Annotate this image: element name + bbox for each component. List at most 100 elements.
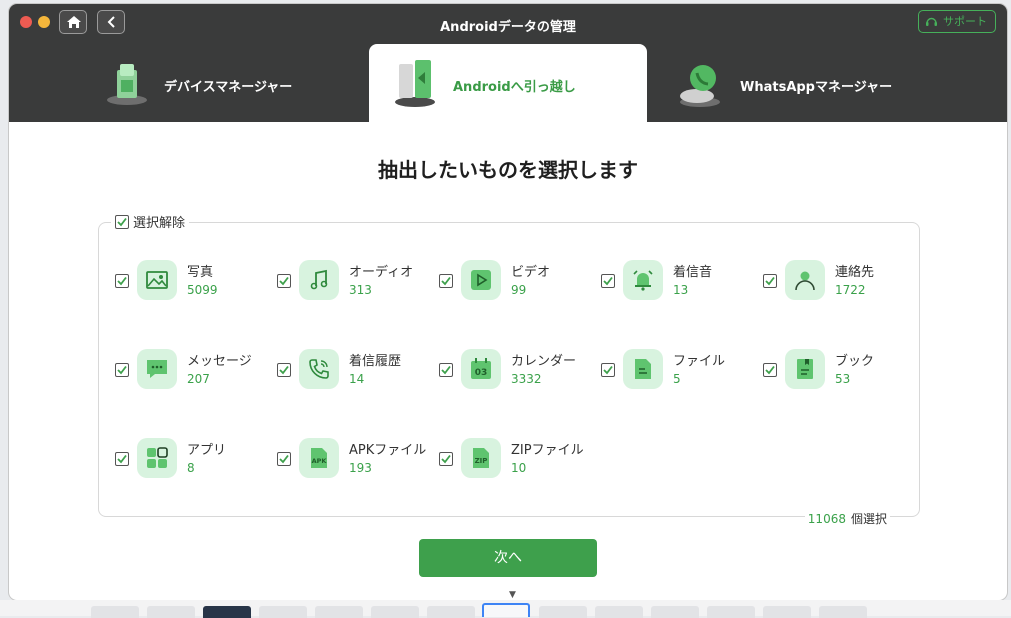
tab-android-transfer[interactable]: Androidへ引っ越し <box>369 44 647 122</box>
music-icon <box>299 260 339 300</box>
category-name: 着信音 <box>673 265 713 280</box>
contacts-checkbox[interactable] <box>763 274 777 288</box>
calendar-checkbox[interactable] <box>439 363 453 377</box>
category-photos[interactable]: 写真 5099 <box>115 260 275 320</box>
dock-thumbnail[interactable] <box>315 606 363 618</box>
next-button[interactable]: 次へ <box>419 539 597 577</box>
category-books[interactable]: ブック 53 <box>763 349 923 409</box>
check-icon <box>117 454 127 464</box>
dock-thumbnail[interactable] <box>203 606 251 618</box>
photos-checkbox[interactable] <box>115 274 129 288</box>
selection-total: 11068 個選択 <box>804 510 890 527</box>
deselect-all-checkbox[interactable] <box>115 214 129 229</box>
category-name: アプリ <box>187 443 227 458</box>
calendar-icon-text: 03 <box>475 368 488 378</box>
phone-icon <box>299 349 339 389</box>
call-history-checkbox[interactable] <box>277 363 291 377</box>
category-calendar[interactable]: 03 カレンダー 3332 <box>439 349 599 409</box>
category-name: ZIPファイル <box>511 443 584 458</box>
category-ringtones[interactable]: 着信音 13 <box>601 260 761 320</box>
dock-bar <box>0 600 1011 618</box>
apps-icon <box>137 438 177 478</box>
dock-thumbnail[interactable] <box>371 606 419 618</box>
check-icon <box>279 365 289 375</box>
bell-icon <box>623 260 663 300</box>
category-count: 99 <box>511 283 527 297</box>
check-icon <box>117 217 127 226</box>
category-contacts[interactable]: 連絡先 1722 <box>763 260 923 320</box>
category-apps[interactable]: アプリ 8 <box>115 438 275 498</box>
tab-label: Androidへ引っ越し <box>453 80 576 95</box>
deselect-all-toggle[interactable]: 選択解除 <box>111 212 190 231</box>
category-video[interactable]: ビデオ 99 <box>439 260 599 320</box>
photo-icon <box>137 260 177 300</box>
device-manager-icon <box>107 64 147 105</box>
category-count: 207 <box>187 372 210 386</box>
category-zip-files[interactable]: ZIP ZIPファイル 10 <box>439 438 599 498</box>
dock-thumbnail[interactable] <box>651 606 699 618</box>
category-apk-files[interactable]: APK APKファイル 193 <box>277 438 437 498</box>
category-call-history[interactable]: 着信履歴 14 <box>277 349 437 409</box>
dock-thumbnail[interactable] <box>259 606 307 618</box>
check-icon <box>441 276 451 286</box>
category-count: 3332 <box>511 372 542 386</box>
tab-label: デバイスマネージャー <box>164 80 293 95</box>
zip-icon-text: ZIP <box>475 457 488 465</box>
dock-thumbnail-selected[interactable] <box>482 603 530 617</box>
check-icon <box>765 276 775 286</box>
zip-files-checkbox[interactable] <box>439 452 453 466</box>
dock-toggle-arrow-icon[interactable]: ▼ <box>509 590 516 600</box>
category-audio[interactable]: オーディオ 313 <box>277 260 437 320</box>
support-button[interactable]: サポート <box>918 10 996 33</box>
video-icon <box>461 260 501 300</box>
dock-thumbnail[interactable] <box>539 606 587 618</box>
whatsapp-manager-icon <box>680 65 720 107</box>
headset-icon <box>926 17 937 26</box>
category-count: 53 <box>835 372 851 386</box>
zip-icon: ZIP <box>461 438 501 478</box>
category-count: 8 <box>187 461 195 475</box>
dock-thumbnail[interactable] <box>427 606 475 618</box>
files-checkbox[interactable] <box>601 363 615 377</box>
dock-thumbnail[interactable] <box>819 606 867 618</box>
category-count: 10 <box>511 461 527 475</box>
category-files[interactable]: ファイル 5 <box>601 349 761 409</box>
tab-whatsapp-manager[interactable]: WhatsAppマネージャー <box>649 44 949 122</box>
category-name: ブック <box>835 354 875 369</box>
ringtones-checkbox[interactable] <box>601 274 615 288</box>
message-icon <box>137 349 177 389</box>
dock-thumbnail[interactable] <box>147 606 195 618</box>
category-messages[interactable]: メッセージ 207 <box>115 349 275 409</box>
check-icon <box>603 276 613 286</box>
tab-device-manager[interactable]: デバイスマネージャー <box>89 44 369 122</box>
books-checkbox[interactable] <box>763 363 777 377</box>
selected-count: 11068 <box>807 512 846 526</box>
messages-checkbox[interactable] <box>115 363 129 377</box>
category-name: 写真 <box>187 265 214 280</box>
android-transfer-icon <box>395 60 435 107</box>
category-count: 1722 <box>835 283 866 297</box>
deselect-all-label: 選択解除 <box>133 216 186 231</box>
check-icon <box>441 454 451 464</box>
category-count: 14 <box>349 372 365 386</box>
tab-label: WhatsAppマネージャー <box>740 80 893 95</box>
audio-checkbox[interactable] <box>277 274 291 288</box>
check-icon <box>603 365 613 375</box>
dock-thumbnail[interactable] <box>91 606 139 618</box>
apps-checkbox[interactable] <box>115 452 129 466</box>
category-count: 5099 <box>187 283 218 297</box>
support-label: サポート <box>943 15 987 28</box>
dock-thumbnail[interactable] <box>763 606 811 618</box>
category-name: メッセージ <box>187 354 252 369</box>
calendar-icon: 03 <box>461 349 501 389</box>
dock-thumbnail[interactable] <box>707 606 755 618</box>
dock-thumbnail[interactable] <box>595 606 643 618</box>
apk-files-checkbox[interactable] <box>277 452 291 466</box>
category-count: 13 <box>673 283 689 297</box>
category-name: ファイル <box>673 354 726 369</box>
video-checkbox[interactable] <box>439 274 453 288</box>
category-name: 連絡先 <box>835 265 875 280</box>
book-icon <box>785 349 825 389</box>
contact-icon <box>785 260 825 300</box>
check-icon <box>117 276 127 286</box>
